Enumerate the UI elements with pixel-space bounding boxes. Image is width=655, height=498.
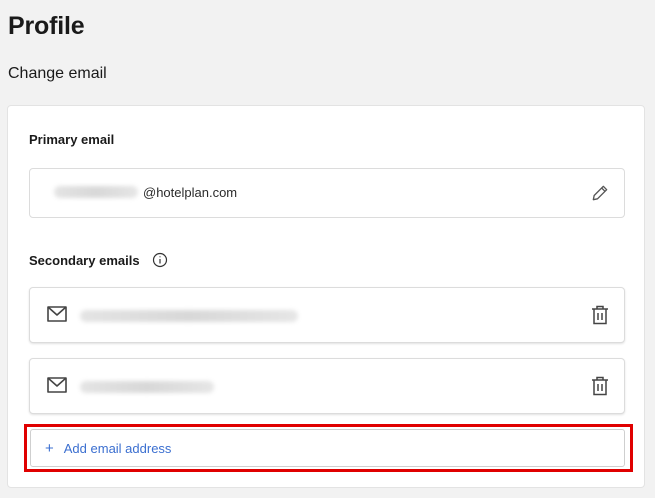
pencil-icon[interactable]: [590, 183, 610, 203]
add-email-label: Add email address: [63, 440, 172, 456]
secondary-email-row: [29, 358, 625, 414]
mail-icon: [47, 306, 67, 322]
plus-icon: +: [45, 439, 54, 457]
mail-icon: [47, 377, 67, 393]
redacted-email: [80, 381, 214, 393]
section-title: Change email: [8, 65, 107, 82]
trash-icon[interactable]: [591, 376, 609, 396]
trash-icon[interactable]: [591, 305, 609, 325]
info-icon[interactable]: [152, 252, 168, 268]
secondary-emails-label: Secondary emails: [29, 252, 140, 268]
primary-email-field[interactable]: @hotelplan.com: [29, 168, 625, 218]
page-title: Profile: [8, 12, 85, 40]
primary-email-label: Primary email: [29, 132, 115, 147]
secondary-email-row: [29, 287, 625, 343]
primary-email-domain: @hotelplan.com: [143, 185, 238, 200]
redacted-email: [80, 310, 298, 322]
email-settings-card: Primary email @hotelplan.com Secondary e…: [7, 105, 645, 488]
add-email-button[interactable]: + Add email address: [30, 429, 625, 467]
secondary-emails-heading: Secondary emails: [29, 252, 168, 268]
redacted-email-local-part: [54, 186, 138, 198]
